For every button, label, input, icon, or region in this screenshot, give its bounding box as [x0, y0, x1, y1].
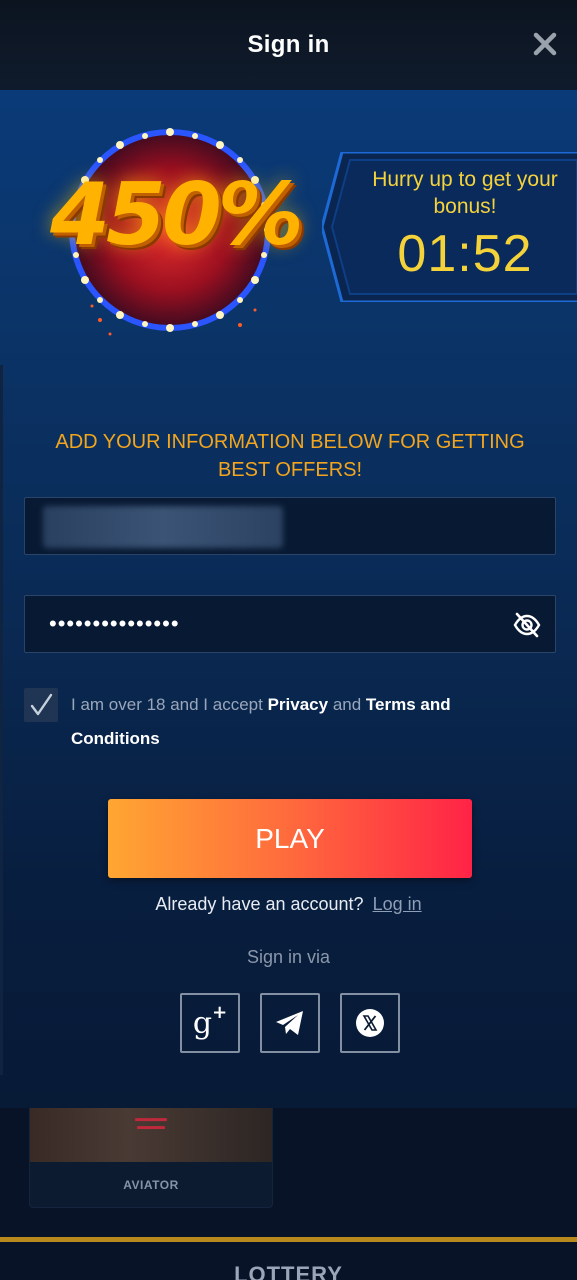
checkmark-icon: [30, 693, 53, 716]
offer-heading: ADD YOUR INFORMATION BELOW FOR GETTING B…: [55, 431, 525, 481]
x-logo-icon: [356, 1009, 384, 1037]
x-signin-button[interactable]: [340, 993, 400, 1053]
account-prompt: Already have an account? Log in: [0, 894, 577, 915]
section-divider: [0, 1237, 577, 1242]
divider: [0, 365, 3, 1075]
login-link[interactable]: Log in: [373, 894, 422, 914]
password-field[interactable]: [24, 595, 556, 653]
bonus-percent: 450%: [50, 165, 304, 265]
aviator-game-card[interactable]: AVIATOR: [29, 1108, 273, 1208]
consent-text: I am over 18 and I accept Privacy and Te…: [71, 688, 511, 756]
google-signin-button[interactable]: g+: [180, 993, 240, 1053]
page-title: Sign in: [247, 31, 330, 58]
play-button[interactable]: PLAY: [108, 799, 472, 878]
age-consent-checkbox[interactable]: [24, 688, 58, 722]
aviator-thumbnail: [30, 1108, 272, 1162]
bonus-timer-text: Hurry up to get your bonus!: [372, 168, 558, 218]
eye-off-icon: [513, 612, 541, 638]
lottery-section-title: LOTTERY: [234, 1262, 343, 1280]
close-icon: [533, 32, 557, 56]
close-button[interactable]: [531, 30, 559, 58]
password-input[interactable]: [25, 596, 555, 652]
bonus-timer-value: 01:52: [397, 225, 533, 283]
account-text: Already have an account?: [155, 894, 364, 914]
toggle-password-visibility-button[interactable]: [513, 612, 541, 638]
telegram-icon: [276, 1011, 303, 1035]
redacted-email-value: [43, 506, 283, 548]
consent-and: and: [332, 695, 362, 714]
aviator-label: AVIATOR: [123, 1178, 179, 1192]
privacy-link[interactable]: Privacy: [268, 695, 329, 714]
aviator-thumbnail-art: [135, 1118, 167, 1130]
signin-modal: 450% Hurry up to get your bonus! 01:52 A…: [0, 90, 577, 1108]
signin-via-label: Sign in via: [246, 947, 331, 967]
google-plus-icon: g+: [192, 1001, 228, 1041]
consent-prefix: I am over 18 and I accept: [71, 695, 263, 714]
modal-header: Sign in: [0, 0, 577, 90]
telegram-signin-button[interactable]: [260, 993, 320, 1053]
email-field[interactable]: [24, 497, 556, 555]
